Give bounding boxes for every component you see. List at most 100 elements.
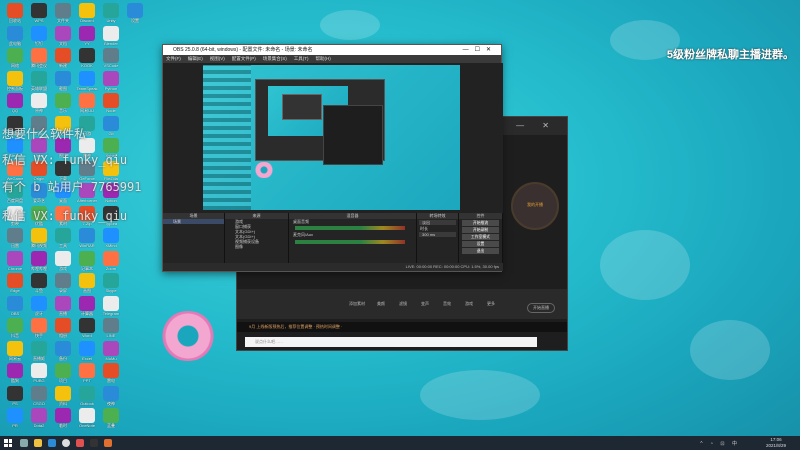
app-icon [31,273,47,288]
desktop-icon-label: YY [84,40,90,46]
obs-window[interactable]: OBS 25.0.8 (64-bit, windows) - 配置文件: 未命名… [162,44,503,272]
desktop-icon-label: 雷电 [107,378,115,383]
desktop-icon-label: 桌面 [59,198,67,203]
desktop-icon-label: 直播姬 [33,355,45,361]
app-taskbar-icon[interactable] [90,439,98,447]
tool-item[interactable]: 滤镜 [399,301,407,307]
mixer-dock: 混音器 桌面音频 麦克风/Aux [289,213,417,263]
desktop-icon-label: 控制面板 [7,85,23,91]
desktop-icon-label: Discord [80,18,94,23]
transition-select[interactable]: 淡出 [419,220,456,225]
app-icon [79,3,95,18]
edge-icon[interactable] [48,439,56,447]
system-tray-icons[interactable]: ^ ◔ ⊡ 中 [700,440,740,447]
desktop-icon[interactable]: Dota2 [27,408,51,435]
desktop-icon-label: 音乐 [59,108,67,113]
app-icon [103,408,119,423]
app-icon [79,340,95,356]
studio-mode-button[interactable]: 工作室模式 [462,234,499,240]
app-icon [55,318,71,333]
app-icon [103,295,119,311]
start-recording-button[interactable]: 开始录制 [462,227,499,233]
settings-button[interactable]: 设置 [462,241,499,247]
menu-edit[interactable]: 编辑(E) [188,56,203,61]
file-explorer-icon[interactable] [34,439,42,447]
app-taskbar-icon[interactable] [104,439,112,447]
desktop-icon-label: OBS [10,310,20,316]
chat-input[interactable]: 说点什么吧…… [245,337,537,347]
app-icon [103,70,119,86]
tool-item[interactable]: 游戏 [465,301,473,307]
app-icon [79,48,95,63]
app-icon [79,228,95,243]
desktop-icon-label: Outlook [80,400,94,406]
desktop-icon[interactable]: 蓝叠 [99,408,123,435]
search-icon[interactable] [20,439,28,447]
window-controls[interactable]: —☐✕ [463,45,497,55]
menu-tools[interactable]: 工具(T) [294,56,309,61]
menu-scene-collection[interactable]: 场景集合(S) [263,56,287,61]
windows-start-icon[interactable] [4,439,12,447]
source-item[interactable]: 图像 [225,244,288,249]
obs-statusbar: LIVE: 00:00:00 REC: 00:00:00 CPU: 1.5%, … [163,263,503,271]
menu-file[interactable]: 文件(F) [166,56,181,61]
desktop-icon[interactable]: 临时 [51,408,75,435]
menu-view[interactable]: 视图(V) [210,56,225,61]
desktop-icon-label: 资料 [59,400,67,406]
menu-help[interactable]: 帮助(H) [316,56,331,61]
tool-item[interactable]: 音效 [443,301,451,307]
app-icon [55,70,71,86]
app-icon [7,93,23,108]
desktop-icon-label: 百度网盘 [7,198,23,203]
desktop-icon-label: 英雄联盟 [31,85,47,91]
tool-item[interactable]: 美颜 [377,301,385,307]
app-icon [103,93,119,108]
controls-header: 控件 [459,213,502,219]
desktop-icon[interactable]: OneNote [75,408,99,435]
app-icon [79,318,95,333]
desktop-icon-label: OneNote [78,423,95,428]
desktop-icon-label: 爱奇艺 [33,198,45,203]
app-icon [79,408,95,423]
nested-window-inner [282,94,322,120]
desktop-icon-label: Afterburner [76,198,97,203]
desktop-icon-label: Python [104,85,118,91]
desktop-icon[interactable]: 设置 [123,3,147,30]
obs-titlebar[interactable]: OBS 25.0.8 (64-bit, windows) - 配置文件: 未命名… [163,45,501,55]
desktop-icon-label: 临时 [59,423,67,428]
app-icon [103,250,119,266]
tool-item[interactable]: 更多 [487,301,495,307]
tool-item[interactable]: 添加素材 [349,301,365,307]
app-icon [31,295,47,311]
app-taskbar-icon[interactable] [76,439,84,447]
obs-taskbar-icon[interactable] [62,439,70,447]
app-icon [79,385,95,401]
desktop-icon-label: 迅雷 [11,243,19,248]
desktop-icon-label: 网络 [11,63,19,68]
start-live-button[interactable]: 开始直播 [527,303,555,313]
desktop-icon-label: 哔哩哔哩 [31,265,47,271]
app-icon [55,48,71,63]
app-icon [79,250,95,266]
mixer-row: 桌面音频 [293,219,309,224]
desktop-icon[interactable]: PR [3,408,27,435]
start-streaming-button[interactable]: 开始推流 [462,220,499,226]
clock[interactable]: 17:06 2021/8/29 [766,437,786,449]
menu-profile[interactable]: 配置文件(P) [232,56,256,61]
app-icon [31,3,47,18]
obs-title: OBS 25.0.8 (64-bit, windows) - 配置文件: 未命名… [173,47,313,53]
tool-item[interactable]: 变声 [421,301,429,307]
duration-input[interactable]: 300 ms [419,232,456,237]
app-icon [55,408,71,423]
desktop-icon-label: 钉钉 [35,40,43,46]
duration-label: 时长 [420,226,428,231]
desktop-icon-label: WinRAR [79,243,95,248]
overlay-line: 有个 b 站用户 7765991 [2,180,142,194]
scene-item[interactable]: 场景 [163,219,224,224]
swim-ring-sticker-small [253,162,275,178]
lily-pad [690,320,770,380]
start-live-ring[interactable]: 我的开播 [511,182,559,230]
desktop-icon-label: Node [106,108,116,113]
desktop-icon-label: PS [12,400,18,406]
exit-button[interactable]: 退出 [462,248,499,254]
